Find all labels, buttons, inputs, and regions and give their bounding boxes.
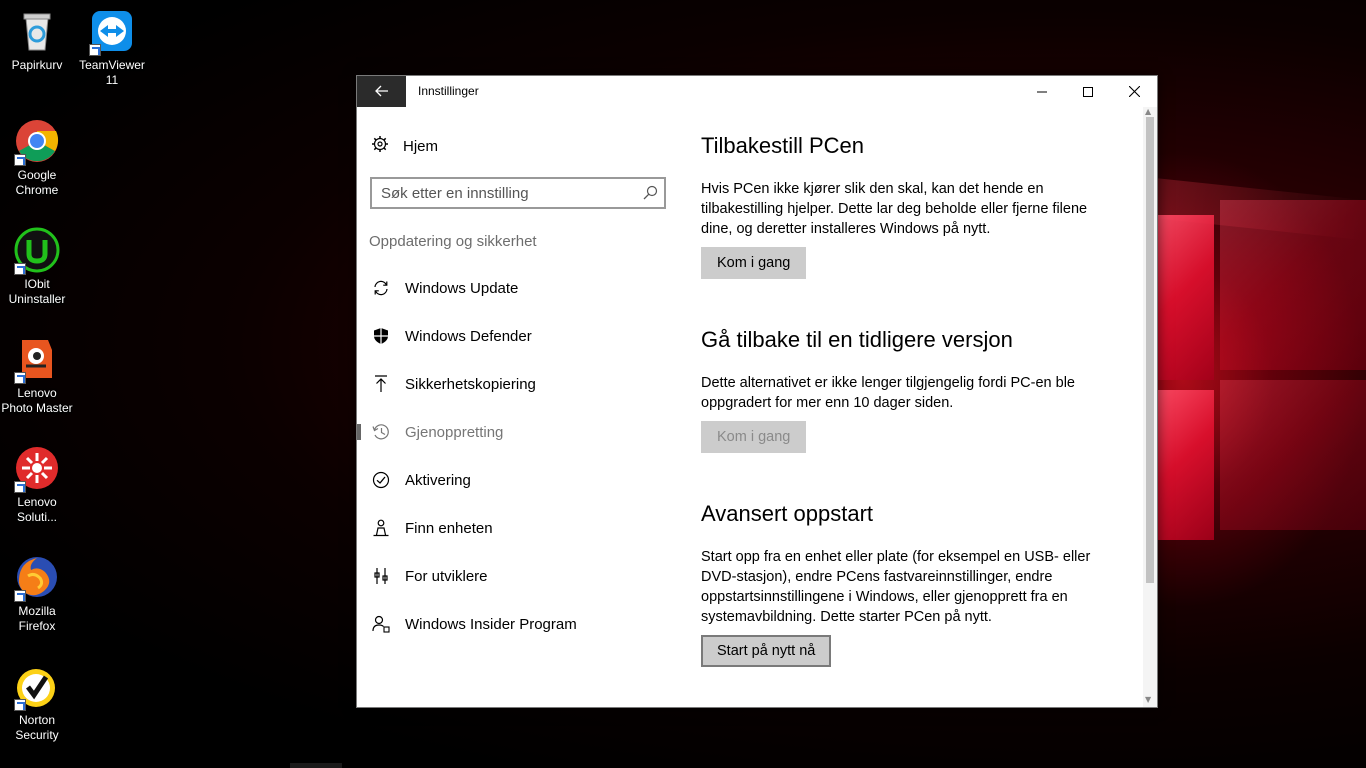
settings-search-box [370,177,666,209]
settings-window: Innstillinger Hjem Oppdatering og sikker… [356,75,1158,708]
desktop-icon-norton[interactable]: Norton Security [0,663,74,743]
nav-item-recovery[interactable]: Gjenoppretting [357,412,677,452]
nav-item-developers[interactable]: For utviklere [357,556,677,596]
desktop-icon-label: TeamViewer 11 [79,58,145,87]
nav-item-windows-update[interactable]: Windows Update [357,268,677,308]
maximize-icon [1083,82,1093,101]
insider-icon [371,615,391,633]
title-bar[interactable]: Innstillinger [357,76,1157,107]
nav-item-windows-defender[interactable]: Windows Defender [357,316,677,356]
restart-now-button[interactable]: Start på nytt nå [701,635,832,667]
shortcut-arrow-icon [89,44,101,56]
rollback-get-started-button[interactable]: Kom i gang [701,421,807,453]
desktop-icon-label: Google Chrome [15,168,59,197]
scroll-thumb[interactable] [1146,117,1154,583]
shortcut-arrow-icon [14,372,26,384]
history-icon [371,423,391,441]
backup-arrow-icon [371,375,391,393]
maximize-button[interactable] [1065,76,1111,107]
wallpaper-windows-logo-pane [1220,200,1366,370]
nav-item-label: Sikkerhetskopiering [405,375,536,393]
reset-description: Hvis PCen ikke kjører slik den skal, kan… [701,181,1088,237]
sync-icon [371,279,391,297]
wallpaper-windows-logo-pane [1158,390,1214,540]
nav-item-find-device[interactable]: Finn enheten [357,508,677,548]
content-pane: Tilbakestill PCen Hvis PCen ikke kjører … [701,107,1121,707]
reset-get-started-button[interactable]: Kom i gang [701,247,807,279]
recycle-bin-icon [14,8,60,54]
advanced-startup-heading: Avansert oppstart [701,501,874,526]
desktop-icon-label: Papirkurv [11,58,63,72]
desktop-icon-chrome[interactable]: Google Chrome [0,118,74,198]
home-link[interactable]: Hjem [371,135,438,157]
lenovo-solutions-icon [14,445,60,493]
desktop-icon-iobit[interactable]: IObit Uninstaller [0,227,74,307]
window-title: Innstillinger [418,84,479,98]
desktop-icon-label: Norton Security [15,713,59,742]
desktop-icon-recycle-bin[interactable]: Papirkurv [0,8,74,73]
nav-item-insider[interactable]: Windows Insider Program [357,604,677,644]
back-arrow-icon [374,82,389,101]
shortcut-arrow-icon [14,154,26,166]
firefox-icon [14,554,60,602]
close-button[interactable] [1111,76,1157,107]
close-icon [1128,82,1140,101]
lenovo-photo-master-icon [14,336,60,384]
chrome-icon [14,118,60,166]
shortcut-arrow-icon [14,481,26,493]
wallpaper-windows-logo-pane [1220,380,1366,530]
check-circle-icon [371,471,391,489]
advanced-startup-description: Start opp fra en enhet eller plate (for … [701,549,1091,625]
shortcut-arrow-icon [14,263,26,275]
minimize-icon [1037,82,1047,101]
iobit-uninstaller-icon [14,227,60,275]
taskbar-edge [290,763,342,768]
teamviewer-icon [89,8,135,56]
desktop-icon-lenovo-solutions[interactable]: Lenovo Soluti... [0,445,74,525]
desktop-icon-label: Mozilla Firefox [18,604,56,633]
home-label: Hjem [403,137,439,155]
section-label: Oppdatering og sikkerhet [369,233,537,250]
rollback-heading: Gå tilbake til en tidligere versjon [701,327,1013,352]
scroll-up-icon[interactable]: ▲ [1145,107,1151,116]
search-icon[interactable] [643,185,658,204]
desktop-icon-label: Lenovo Soluti... [16,495,58,524]
desktop-icon-lenovo-photo[interactable]: Lenovo Photo Master [0,336,74,416]
developer-tools-icon [371,567,391,585]
minimize-button[interactable] [1019,76,1065,107]
person-locate-icon [371,519,391,537]
nav-item-label: For utviklere [405,567,488,585]
desktop-icon-label: Lenovo Photo Master [1,386,73,415]
gear-icon [371,135,389,157]
shortcut-arrow-icon [14,699,26,711]
rollback-description: Dette alternativet er ikke lenger tilgje… [701,375,1075,411]
nav-item-backup[interactable]: Sikkerhetskopiering [357,364,677,404]
desktop-icon-label: IObit Uninstaller [8,277,66,306]
nav-item-label: Gjenoppretting [405,423,504,441]
nav-item-label: Windows Defender [405,327,532,345]
nav-item-label: Windows Update [405,279,519,297]
desktop-icon-teamviewer[interactable]: TeamViewer 11 [75,8,149,88]
nav-item-label: Finn enheten [405,519,493,537]
back-button[interactable] [357,76,406,107]
nav-item-activation[interactable]: Aktivering [357,460,677,500]
nav-item-label: Aktivering [405,471,471,489]
desktop-icon-firefox[interactable]: Mozilla Firefox [0,554,74,634]
shield-icon [371,327,391,345]
scroll-down-icon[interactable]: ▼ [1145,695,1151,704]
navigation-pane: Hjem Oppdatering og sikkerhet Windows Up… [357,107,677,707]
norton-icon [14,663,60,711]
wallpaper-windows-logo-pane [1158,215,1214,380]
search-input[interactable] [372,179,632,207]
vertical-scrollbar[interactable]: ▲ ▼ [1143,107,1157,707]
reset-heading: Tilbakestill PCen [701,133,865,158]
shortcut-arrow-icon [14,590,26,602]
nav-item-label: Windows Insider Program [405,615,577,633]
